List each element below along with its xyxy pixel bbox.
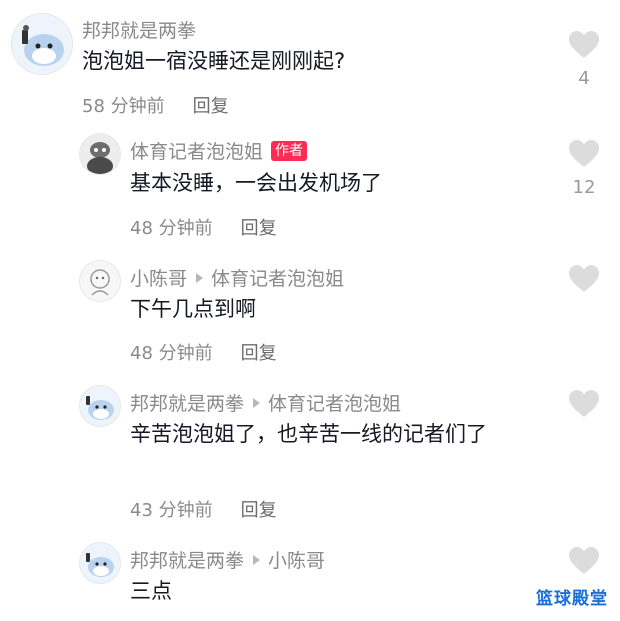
shark-avatar-icon bbox=[80, 386, 120, 426]
comment-meta: 58 分钟前 回复 bbox=[82, 92, 229, 118]
comment-author-line: 体育记者泡泡姐 作者 bbox=[130, 137, 308, 164]
reply-button[interactable]: 回复 bbox=[241, 218, 277, 239]
comment-text: 辛苦泡泡姐了，也辛苦一线的记者们了 bbox=[130, 422, 487, 446]
heart-icon bbox=[569, 31, 599, 58]
heart-icon bbox=[569, 265, 599, 292]
like-count: 12 bbox=[572, 177, 596, 198]
like-button[interactable] bbox=[566, 389, 602, 419]
avatar[interactable] bbox=[80, 261, 120, 301]
reply-button[interactable]: 回复 bbox=[193, 96, 229, 117]
reply-to-username[interactable]: 体育记者泡泡姐 bbox=[268, 389, 401, 416]
reply-button[interactable]: 回复 bbox=[241, 500, 277, 521]
comment-meta: 48 分钟前 回复 bbox=[130, 339, 277, 365]
username[interactable]: 邦邦就是两拳 bbox=[130, 389, 244, 416]
like-button[interactable] bbox=[566, 264, 602, 294]
comment-text: 三点 bbox=[130, 579, 172, 603]
reply-to-username[interactable]: 小陈哥 bbox=[268, 546, 325, 573]
like-button[interactable]: 12 bbox=[566, 139, 602, 198]
timestamp: 43 分钟前 bbox=[130, 500, 213, 521]
reporter-avatar-icon bbox=[80, 134, 120, 174]
avatar[interactable] bbox=[80, 134, 120, 174]
comment-author-line: 邦邦就是两拳 bbox=[82, 16, 196, 43]
username[interactable]: 邦邦就是两拳 bbox=[130, 546, 244, 573]
comment-meta: 43 分钟前 回复 bbox=[130, 496, 277, 522]
comment-text: 泡泡姐一宿没睡还是刚刚起? bbox=[82, 49, 346, 73]
watermark: 篮球殿堂 bbox=[536, 589, 608, 609]
comment-meta: 48 分钟前 回复 bbox=[130, 214, 277, 240]
shark-avatar-icon bbox=[80, 543, 120, 583]
author-badge: 作者 bbox=[271, 140, 308, 161]
avatar[interactable] bbox=[80, 543, 120, 583]
like-count: 4 bbox=[578, 68, 590, 89]
heart-icon bbox=[569, 390, 599, 417]
reply-to-username[interactable]: 体育记者泡泡姐 bbox=[211, 264, 344, 291]
heart-icon bbox=[569, 140, 599, 167]
username[interactable]: 体育记者泡泡姐 bbox=[130, 137, 263, 164]
timestamp: 58 分钟前 bbox=[82, 96, 165, 117]
like-button[interactable] bbox=[566, 546, 602, 576]
avatar[interactable] bbox=[12, 14, 72, 74]
comment-text: 下午几点到啊 bbox=[130, 297, 256, 321]
sketch-avatar-icon bbox=[80, 261, 120, 301]
triangle-right-icon bbox=[253, 397, 261, 408]
shark-avatar-icon bbox=[12, 14, 72, 74]
comment-author-line: 小陈哥 体育记者泡泡姐 bbox=[130, 264, 344, 291]
comment-text: 基本没睡，一会出发机场了 bbox=[130, 171, 382, 195]
avatar[interactable] bbox=[80, 386, 120, 426]
triangle-right-icon bbox=[253, 554, 261, 565]
comment-author-line: 邦邦就是两拳 体育记者泡泡姐 bbox=[130, 389, 401, 416]
like-button[interactable]: 4 bbox=[566, 30, 602, 89]
heart-icon bbox=[569, 547, 599, 574]
timestamp: 48 分钟前 bbox=[130, 218, 213, 239]
reply-button[interactable]: 回复 bbox=[241, 343, 277, 364]
timestamp: 48 分钟前 bbox=[130, 343, 213, 364]
username[interactable]: 小陈哥 bbox=[130, 264, 187, 291]
triangle-right-icon bbox=[196, 272, 204, 283]
username[interactable]: 邦邦就是两拳 bbox=[82, 16, 196, 43]
comment-author-line: 邦邦就是两拳 小陈哥 bbox=[130, 546, 325, 573]
